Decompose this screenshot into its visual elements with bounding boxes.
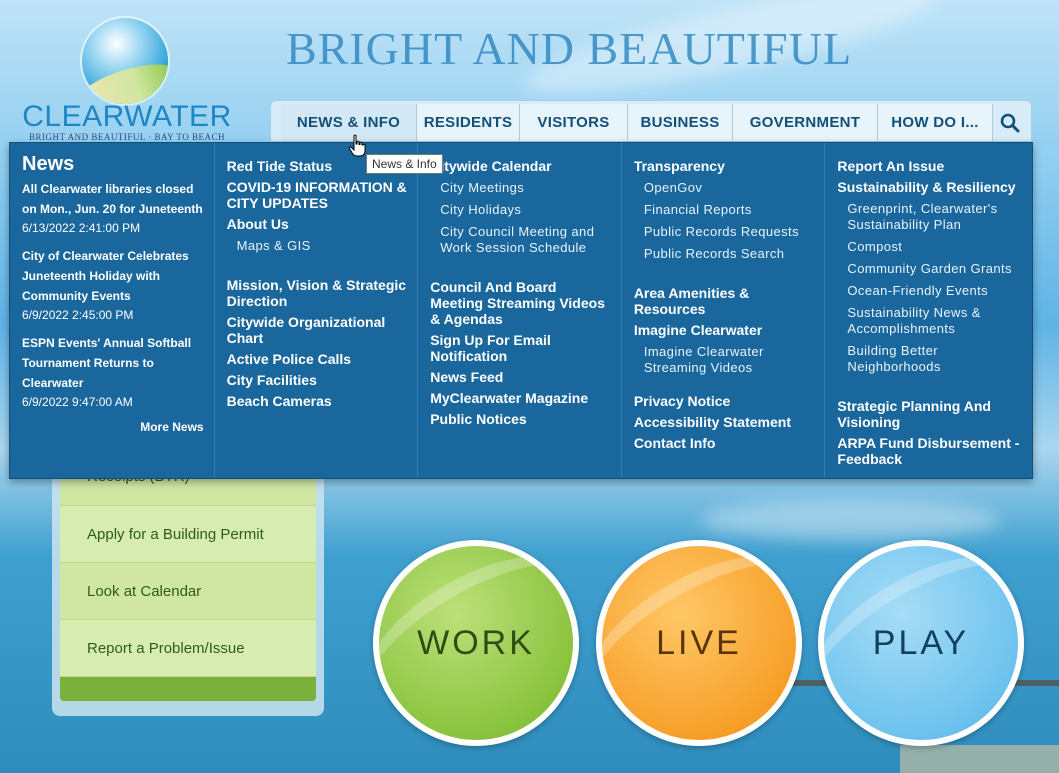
quick-links-footer <box>60 677 316 701</box>
news-info-dropdown: News All Clearwater libraries closed on … <box>9 142 1033 479</box>
sustainability-news-link[interactable]: Sustainability News & Accomplishments <box>837 305 1022 337</box>
news-date: 6/9/2022 2:45:00 PM <box>22 308 134 322</box>
magazine-link[interactable]: MyClearwater Magazine <box>430 390 611 406</box>
news-item: ESPN Events' Annual Softball Tournament … <box>22 333 204 411</box>
news-date: 6/9/2022 9:47:00 AM <box>22 395 133 409</box>
public-notices-link[interactable]: Public Notices <box>430 411 611 427</box>
arpa-feedback-link[interactable]: ARPA Fund Disbursement - Feedback <box>837 435 1022 467</box>
records-search-link[interactable]: Public Records Search <box>634 246 815 262</box>
financial-reports-link[interactable]: Financial Reports <box>634 202 815 218</box>
city-holidays-link[interactable]: City Holidays <box>430 202 611 218</box>
maps-gis-link[interactable]: Maps & GIS <box>227 238 408 254</box>
city-meetings-link[interactable]: City Meetings <box>430 180 611 196</box>
logo-tagline: BRIGHT AND BEAUTIFUL · BAY TO BEACH <box>28 132 225 142</box>
police-calls-link[interactable]: Active Police Calls <box>227 351 408 367</box>
menu-column-5: Report An Issue Sustainability & Resilie… <box>825 143 1032 478</box>
nav-visitors[interactable]: VISITORS <box>520 104 628 141</box>
ocean-events-link[interactable]: Ocean-Friendly Events <box>837 283 1022 299</box>
sky-streak <box>700 500 1000 540</box>
records-requests-link[interactable]: Public Records Requests <box>634 224 815 240</box>
menu-column-4: Transparency OpenGov Financial Reports P… <box>622 143 826 478</box>
city-facilities-link[interactable]: City Facilities <box>227 372 408 388</box>
logo-wordmark: CLEARWATER <box>22 100 232 133</box>
quick-links-panel: Receipts (BTR) Apply for a Building Perm… <box>52 440 324 716</box>
news-feed-link[interactable]: News Feed <box>430 369 611 385</box>
search-icon <box>1000 113 1020 132</box>
nav-how-do-i[interactable]: HOW DO I... <box>878 104 993 141</box>
quick-link-report-problem[interactable]: Report a Problem/Issue <box>60 620 316 677</box>
quick-link-building-permit[interactable]: Apply for a Building Permit <box>60 506 316 563</box>
work-circle-button[interactable]: WORK <box>373 540 579 746</box>
search-button[interactable] <box>993 104 1027 141</box>
news-headline-link[interactable]: City of Clearwater Celebrates Juneteenth… <box>22 246 204 306</box>
report-issue-link[interactable]: Report An Issue <box>837 158 1022 174</box>
news-headline-link[interactable]: ESPN Events' Annual Softball Tournament … <box>22 333 204 393</box>
news-item: City of Clearwater Celebrates Juneteenth… <box>22 246 204 324</box>
quick-link-calendar[interactable]: Look at Calendar <box>60 563 316 620</box>
garden-grants-link[interactable]: Community Garden Grants <box>837 261 1022 277</box>
org-chart-link[interactable]: Citywide Organizational Chart <box>227 314 408 346</box>
clearwater-logo[interactable]: CLEARWATER BRIGHT AND BEAUTIFUL · BAY TO… <box>18 14 236 142</box>
accessibility-link[interactable]: Accessibility Statement <box>634 414 815 430</box>
transparency-link[interactable]: Transparency <box>634 158 815 174</box>
live-circle-button[interactable]: LIVE <box>596 540 802 746</box>
better-neighborhoods-link[interactable]: Building Better Neighborhoods <box>837 343 1022 375</box>
amenities-link[interactable]: Area Amenities & Resources <box>634 285 815 317</box>
menu-column-2: Red Tide Status COVID-19 INFORMATION & C… <box>215 143 419 478</box>
beach-decoration <box>900 745 1059 773</box>
contact-info-link[interactable]: Contact Info <box>634 435 815 451</box>
logo-globe-icon <box>82 18 168 104</box>
main-nav: NEWS & INFO RESIDENTS VISITORS BUSINESS … <box>270 100 1032 142</box>
news-date: 6/13/2022 2:41:00 PM <box>22 221 141 235</box>
news-heading: News <box>22 153 75 175</box>
about-us-link[interactable]: About Us <box>227 216 408 232</box>
greenprint-link[interactable]: Greenprint, Clearwater's Sustainability … <box>837 201 1022 233</box>
work-label: WORK <box>417 623 535 662</box>
streaming-videos-link[interactable]: Council And Board Meeting Streaming Vide… <box>430 279 611 327</box>
hand-cursor-icon <box>348 134 366 157</box>
imagine-clearwater-link[interactable]: Imagine Clearwater <box>634 322 815 338</box>
play-label: PLAY <box>872 623 970 662</box>
beach-cameras-link[interactable]: Beach Cameras <box>227 393 408 409</box>
imagine-videos-link[interactable]: Imagine Clearwater Streaming Videos <box>634 344 815 376</box>
site-headline: BRIGHT AND BEAUTIFUL <box>286 23 853 74</box>
nav-residents[interactable]: RESIDENTS <box>417 104 520 141</box>
sustainability-link[interactable]: Sustainability & Resiliency <box>837 179 1022 195</box>
more-news-link[interactable]: More News <box>22 420 203 434</box>
compost-link[interactable]: Compost <box>837 239 1022 255</box>
news-headline-link[interactable]: All Clearwater libraries closed on Mon.,… <box>22 179 204 219</box>
email-signup-link[interactable]: Sign Up For Email Notification <box>430 332 611 364</box>
strategic-planning-link[interactable]: Strategic Planning And Visioning <box>837 398 1022 430</box>
calendar-link[interactable]: Citywide Calendar <box>430 158 611 174</box>
nav-business[interactable]: BUSINESS <box>628 104 733 141</box>
privacy-notice-link[interactable]: Privacy Notice <box>634 393 815 409</box>
play-circle-button[interactable]: PLAY <box>818 540 1024 746</box>
news-item: All Clearwater libraries closed on Mon.,… <box>22 179 204 237</box>
quick-links-list: Receipts (BTR) Apply for a Building Perm… <box>60 448 316 701</box>
mission-link[interactable]: Mission, Vision & Strategic Direction <box>227 277 408 309</box>
live-label: LIVE <box>656 623 742 662</box>
menu-column-news: News All Clearwater libraries closed on … <box>10 143 215 478</box>
covid-link[interactable]: COVID-19 INFORMATION & CITY UPDATES <box>227 179 408 211</box>
nav-tooltip: News & Info <box>366 154 443 174</box>
opengov-link[interactable]: OpenGov <box>634 180 815 196</box>
menu-column-3: Citywide Calendar City Meetings City Hol… <box>418 143 622 478</box>
council-schedule-link[interactable]: City Council Meeting and Work Session Sc… <box>430 224 611 256</box>
nav-government[interactable]: GOVERNMENT <box>733 104 878 141</box>
